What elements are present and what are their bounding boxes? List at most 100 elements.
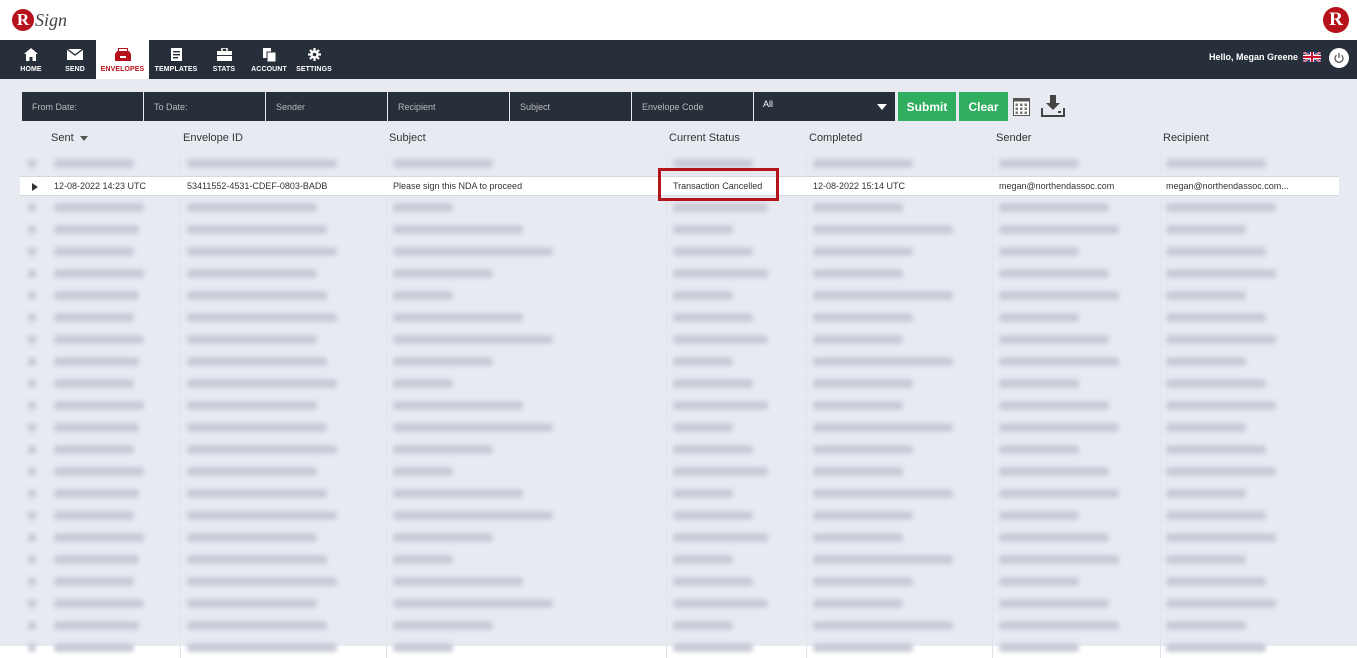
table-row[interactable] <box>20 616 1339 636</box>
column-divider <box>666 528 667 548</box>
expand-row-icon[interactable] <box>28 555 36 564</box>
table-row[interactable] <box>20 638 1339 658</box>
expand-row-icon[interactable] <box>28 599 36 608</box>
blurred-cell <box>999 269 1109 278</box>
column-divider <box>806 286 807 306</box>
table-row[interactable] <box>20 198 1339 218</box>
subject-field[interactable]: Subject <box>510 92 631 121</box>
blurred-cell <box>673 555 733 564</box>
expand-row-icon[interactable] <box>28 225 36 234</box>
nav-home[interactable]: HOME <box>8 40 54 79</box>
expand-row-icon[interactable] <box>28 533 36 542</box>
table-row[interactable] <box>20 286 1339 306</box>
nav-templates[interactable]: TEMPLATES <box>151 40 201 79</box>
table-row[interactable] <box>20 528 1339 548</box>
table-row[interactable] <box>20 594 1339 614</box>
blurred-cell <box>673 489 733 498</box>
expand-row-icon[interactable] <box>32 183 38 191</box>
expand-row-icon[interactable] <box>28 643 36 652</box>
table-row[interactable] <box>20 550 1339 570</box>
blurred-cell <box>393 269 493 278</box>
expand-row-icon[interactable] <box>28 511 36 520</box>
column-header-envelope-id[interactable]: Envelope ID <box>183 132 243 144</box>
column-divider <box>806 528 807 548</box>
table-row[interactable] <box>20 264 1339 284</box>
table-row[interactable] <box>20 396 1339 416</box>
user-greeting[interactable]: Hello, Megan Greene <box>1209 52 1321 62</box>
blurred-cell <box>673 247 753 256</box>
sender-field[interactable]: Sender <box>266 92 387 121</box>
expand-row-icon[interactable] <box>28 203 36 212</box>
column-header-completed[interactable]: Completed <box>809 132 862 144</box>
nav-stats[interactable]: STATS <box>204 40 244 79</box>
from-date-field[interactable]: From Date: <box>22 92 143 121</box>
status-highlight-box <box>658 168 779 201</box>
expand-row-icon[interactable] <box>28 401 36 410</box>
submit-button[interactable]: Submit <box>898 92 956 121</box>
table-row[interactable] <box>20 308 1339 328</box>
blurred-cell <box>393 643 453 652</box>
status-select[interactable]: All <box>754 92 895 121</box>
column-header-recipient[interactable]: Recipient <box>1163 132 1209 144</box>
column-divider <box>666 418 667 438</box>
column-header-current-status[interactable]: Current Status <box>669 132 740 144</box>
expand-row-icon[interactable] <box>28 159 36 168</box>
column-header-sent[interactable]: Sent <box>51 132 88 144</box>
expand-row-icon[interactable] <box>28 291 36 300</box>
column-divider <box>180 396 181 416</box>
download-icon[interactable] <box>1041 95 1065 122</box>
table-row[interactable] <box>20 418 1339 438</box>
expand-row-icon[interactable] <box>28 445 36 454</box>
column-divider <box>666 572 667 592</box>
envelope-code-field[interactable]: Envelope Code <box>632 92 753 121</box>
column-divider <box>1160 264 1161 284</box>
column-divider <box>992 506 993 526</box>
expand-row-icon[interactable] <box>28 247 36 256</box>
expand-row-icon[interactable] <box>28 313 36 322</box>
expand-row-icon[interactable] <box>28 467 36 476</box>
table-row[interactable] <box>20 374 1339 394</box>
nav-settings[interactable]: SETTINGS <box>294 40 334 79</box>
blurred-cell <box>54 555 139 564</box>
table-row[interactable] <box>20 242 1339 262</box>
blurred-cell <box>813 401 903 410</box>
expand-row-icon[interactable] <box>28 379 36 388</box>
table-row[interactable] <box>20 220 1339 240</box>
column-divider <box>180 308 181 328</box>
expand-row-icon[interactable] <box>28 423 36 432</box>
table-row[interactable] <box>20 484 1339 504</box>
blurred-cell <box>813 445 913 454</box>
table-row[interactable] <box>20 506 1339 526</box>
blurred-cell <box>813 203 903 212</box>
table-row[interactable] <box>20 330 1339 350</box>
expand-row-icon[interactable] <box>28 489 36 498</box>
expand-row-icon[interactable] <box>28 621 36 630</box>
nav-account[interactable]: ACCOUNT <box>248 40 290 79</box>
nav-send[interactable]: SEND <box>54 40 96 79</box>
expand-row-icon[interactable] <box>28 357 36 366</box>
nav-envelopes[interactable]: ENVELOPES <box>96 40 149 79</box>
blurred-cell <box>187 445 337 454</box>
table-row[interactable] <box>20 572 1339 592</box>
column-divider <box>992 352 993 372</box>
power-logout-icon[interactable] <box>1329 48 1349 68</box>
expand-row-icon[interactable] <box>28 577 36 586</box>
blurred-cell <box>999 203 1109 212</box>
column-header-sender[interactable]: Sender <box>996 132 1031 144</box>
expand-row-icon[interactable] <box>28 269 36 278</box>
table-row[interactable] <box>20 352 1339 372</box>
clear-button[interactable]: Clear <box>959 92 1008 121</box>
uk-flag-icon[interactable] <box>1303 52 1321 62</box>
rsign-logo[interactable]: R Sign <box>12 6 67 34</box>
calendar-icon[interactable] <box>1013 98 1030 121</box>
recipient-field[interactable]: Recipient <box>388 92 509 121</box>
to-date-field[interactable]: To Date: <box>144 92 265 121</box>
table-row[interactable] <box>20 440 1339 460</box>
column-divider <box>386 154 387 174</box>
column-divider <box>806 308 807 328</box>
column-header-subject[interactable]: Subject <box>389 132 426 144</box>
expand-row-icon[interactable] <box>28 335 36 344</box>
table-row[interactable] <box>20 462 1339 482</box>
column-divider <box>1160 616 1161 636</box>
blurred-cell <box>54 489 139 498</box>
